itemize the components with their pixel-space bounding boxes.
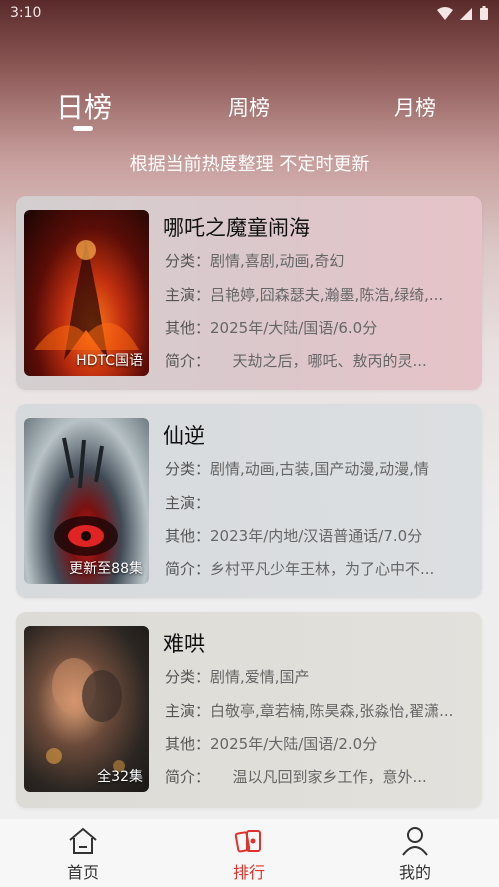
home-icon <box>69 827 97 854</box>
ranking-subtitle: 根据当前热度整理 不定时更新 <box>129 154 370 175</box>
other-value: 2023年/内地/汉语普通话/7.0分 <box>210 527 423 545</box>
signal-icon <box>460 7 472 20</box>
item-cast: 主演：白敬亭,章若楠,陈昊森,张淼怡,翟潇... <box>165 700 465 721</box>
item-intro: 简介： 天劫之后，哪吒、敖丙的灵... <box>165 350 465 371</box>
rank-tabs: 日榜 周榜 月榜 <box>0 86 499 136</box>
tab-weekly[interactable]: 周榜 <box>228 92 270 122</box>
rank-card[interactable]: 更新至88集 仙逆 分类：剧情,动画,古装,国产动漫,动漫,情 主演： 其他：2… <box>16 404 482 598</box>
nav-me[interactable]: 我的 <box>375 825 455 883</box>
category-value: 剧情,动画,古装,国产动漫,动漫,情 <box>210 460 429 478</box>
wifi-icon <box>437 6 453 20</box>
nav-home-label: 首页 <box>66 863 99 882</box>
cast-value: 吕艳婷,囧森瑟夫,瀚墨,陈浩,绿绮,... <box>210 286 444 304</box>
cast-label: 主演： <box>165 494 211 512</box>
nav-rank[interactable]: 排行 <box>209 825 289 883</box>
cast-label: 主演： <box>165 286 211 304</box>
rank-card[interactable]: 全32集 难哄 分类：剧情,爱情,国产 主演：白敬亭,章若楠,陈昊森,张淼怡,翟… <box>16 612 482 808</box>
poster-badge: HDTC国语 <box>76 353 143 369</box>
poster-image: HDTC国语 <box>24 210 149 376</box>
nav-home[interactable]: 首页 <box>43 825 123 883</box>
category-label: 分类： <box>165 252 211 270</box>
category-value: 剧情,喜剧,动画,奇幻 <box>210 252 345 270</box>
intro-value: 温以凡回到家乡工作，意外... <box>202 768 427 786</box>
intro-label: 简介： <box>165 768 203 786</box>
bottom-nav: 首页 排行 我的 <box>0 819 499 887</box>
item-category: 分类：剧情,动画,古装,国产动漫,动漫,情 <box>165 458 465 479</box>
item-other: 其他：2025年/大陆/国语/6.0分 <box>165 317 465 338</box>
other-value: 2025年/大陆/国语/6.0分 <box>210 319 378 337</box>
user-icon <box>402 827 428 856</box>
intro-value: 乡村平凡少年王林，为了心中不... <box>210 560 435 578</box>
poster-badge: 更新至88集 <box>69 561 143 577</box>
other-label: 其他： <box>165 735 211 753</box>
tab-daily[interactable]: 日榜 <box>56 86 112 126</box>
item-category: 分类：剧情,喜剧,动画,奇幻 <box>165 250 465 271</box>
other-label: 其他： <box>165 527 211 545</box>
cast-value: 白敬亭,章若楠,陈昊森,张淼怡,翟潇... <box>210 702 454 720</box>
tab-monthly[interactable]: 月榜 <box>394 92 436 122</box>
poster-image: 更新至88集 <box>24 418 149 584</box>
item-other: 其他：2025年/大陆/国语/2.0分 <box>165 733 465 754</box>
status-icons <box>437 6 489 21</box>
intro-value: 天劫之后，哪吒、敖丙的灵... <box>202 352 427 370</box>
nav-me-label: 我的 <box>398 863 431 882</box>
item-cast: 主演： <box>165 492 465 513</box>
cards-icon <box>234 830 261 853</box>
item-cast: 主演：吕艳婷,囧森瑟夫,瀚墨,陈浩,绿绮,... <box>165 284 465 305</box>
item-other: 其他：2023年/内地/汉语普通话/7.0分 <box>165 525 465 546</box>
poster-image: 全32集 <box>24 626 149 792</box>
battery-icon <box>480 6 488 20</box>
item-intro: 简介：乡村平凡少年王林，为了心中不... <box>165 558 465 579</box>
item-title: 哪吒之魔童闹海 <box>163 216 310 240</box>
item-title: 难哄 <box>163 632 205 656</box>
status-time: 3:10 <box>10 5 42 21</box>
intro-label: 简介： <box>165 560 211 578</box>
other-value: 2025年/大陆/国语/2.0分 <box>210 735 378 753</box>
rank-card[interactable]: HDTC国语 哪吒之魔童闹海 分类：剧情,喜剧,动画,奇幻 主演：吕艳婷,囧森瑟… <box>16 196 482 390</box>
category-value: 剧情,爱情,国产 <box>210 668 310 686</box>
item-intro: 简介： 温以凡回到家乡工作，意外... <box>165 766 465 787</box>
tab-indicator <box>73 126 93 131</box>
other-label: 其他： <box>165 319 211 337</box>
intro-label: 简介： <box>165 352 203 370</box>
poster-badge: 全32集 <box>97 769 143 785</box>
status-bar: 3:10 <box>0 0 499 28</box>
nav-rank-label: 排行 <box>232 863 265 882</box>
item-category: 分类：剧情,爱情,国产 <box>165 666 465 687</box>
cast-label: 主演： <box>165 702 211 720</box>
category-label: 分类： <box>165 668 211 686</box>
category-label: 分类： <box>165 460 211 478</box>
item-title: 仙逆 <box>163 424 205 448</box>
